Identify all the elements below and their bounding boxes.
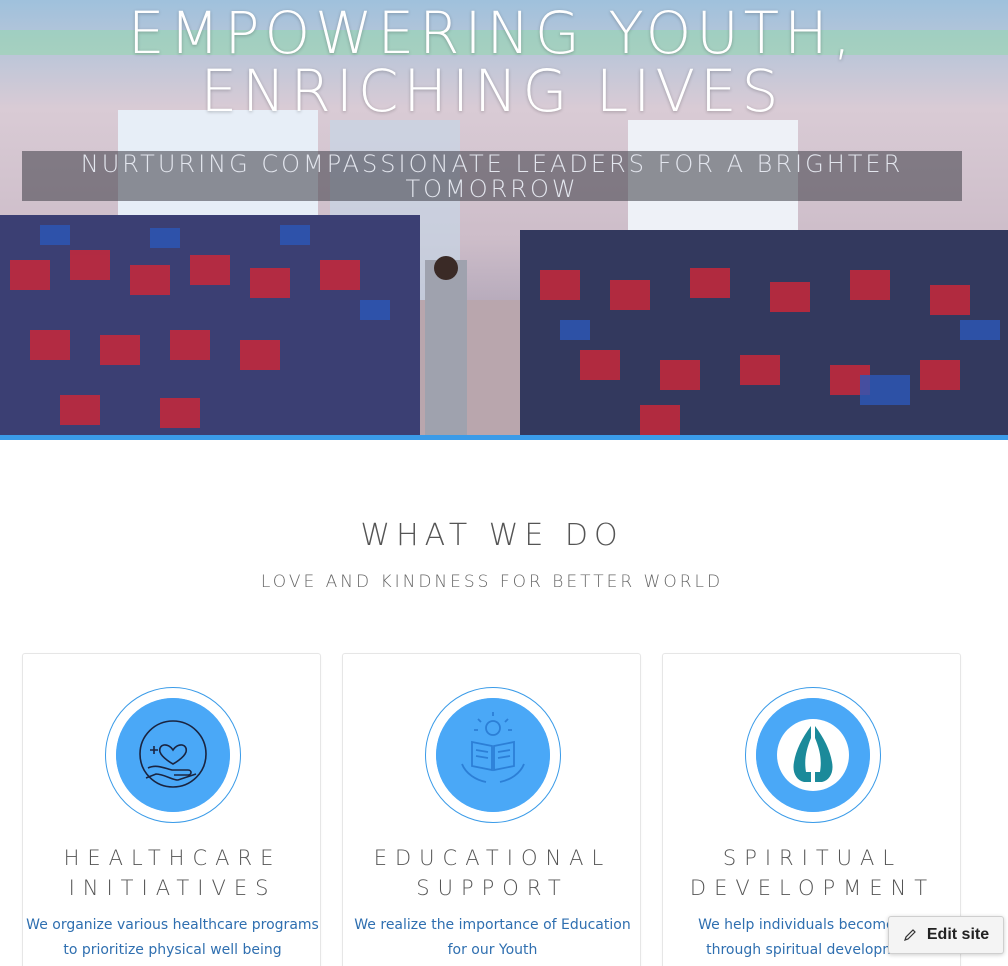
card-text-line-1: We realize the importance of Education bbox=[354, 917, 631, 933]
card-education: EDUCATIONAL SUPPORT We realize the impor… bbox=[342, 653, 641, 966]
hero-subtitle-line-1: NURTURING COMPASSIONATE LEADERS FOR A BR… bbox=[80, 150, 904, 178]
card-text-line-2: to prioritize physical well being bbox=[63, 942, 282, 958]
healthcare-hand-heart-icon bbox=[116, 698, 230, 812]
hero-subtitle-line-2: TOMORROW bbox=[405, 175, 579, 203]
card-title-line-2: SUPPORT bbox=[416, 876, 569, 900]
icon-ring bbox=[745, 687, 881, 823]
card-title-line-2: DEVELOPMENT bbox=[689, 876, 936, 900]
card-title-line-2: INITIATIVES bbox=[68, 876, 277, 900]
icon-ring bbox=[425, 687, 561, 823]
card-title-line-1: EDUCATIONAL bbox=[373, 846, 612, 870]
education-book-lightbulb-icon bbox=[436, 698, 550, 812]
praying-hands-icon bbox=[756, 698, 870, 812]
edit-site-button[interactable]: Edit site bbox=[888, 916, 1004, 954]
icon-ring bbox=[105, 687, 241, 823]
edit-site-label: Edit site bbox=[926, 926, 990, 943]
card-title-line-1: SPIRITUAL bbox=[722, 846, 903, 870]
hero-title-line-2: ENRICHING LIVES bbox=[200, 57, 784, 125]
card-healthcare: HEALTHCARE INITIATIVES We organize vario… bbox=[22, 653, 321, 966]
section-subtitle: LOVE AND KINDNESS FOR BETTER WORLD bbox=[260, 572, 724, 592]
card-text-line-2: for our Youth bbox=[447, 942, 538, 958]
card-title-line-1: HEALTHCARE bbox=[63, 846, 282, 870]
section-title: WHAT WE DO bbox=[360, 518, 624, 553]
hero-banner: EMPOWERING YOUTH, ENRICHING LIVES NURTUR… bbox=[0, 0, 1008, 440]
card-text-line-1: We organize various healthcare programs bbox=[26, 917, 319, 933]
pencil-icon bbox=[903, 929, 916, 941]
hero-title-line-1: EMPOWERING YOUTH, bbox=[127, 0, 857, 67]
